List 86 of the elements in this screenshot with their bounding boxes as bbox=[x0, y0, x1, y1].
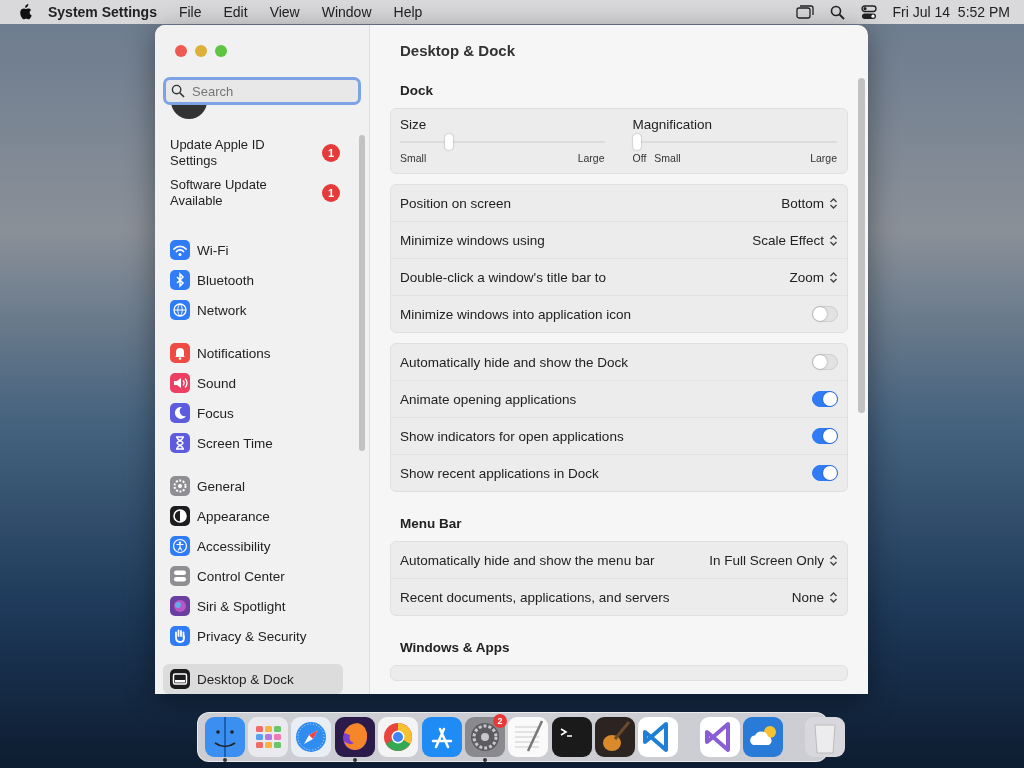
setting-label: Show recent applications in Dock bbox=[400, 465, 599, 481]
search-icon bbox=[171, 84, 185, 98]
toggle-switch[interactable] bbox=[812, 465, 838, 481]
scrollbar[interactable] bbox=[359, 135, 365, 451]
count-badge: 1 bbox=[322, 144, 340, 162]
setting-label: Automatically hide and show the menu bar bbox=[400, 552, 655, 568]
menu-item[interactable]: Edit bbox=[223, 4, 248, 20]
search-icon[interactable] bbox=[829, 4, 845, 20]
chevron-updown-icon bbox=[829, 233, 838, 247]
sidebar-item[interactable]: General bbox=[163, 471, 343, 501]
toggle-switch[interactable] bbox=[812, 428, 838, 444]
sidebar-item[interactable]: Siri & Spotlight bbox=[163, 591, 343, 621]
menu-item[interactable]: File bbox=[178, 4, 202, 20]
search-field[interactable]: Search bbox=[163, 77, 361, 105]
notice-link[interactable]: Software Update Available bbox=[170, 177, 290, 209]
notice-link[interactable]: Update Apple ID Settings bbox=[170, 137, 290, 169]
section-heading: Dock bbox=[400, 83, 434, 98]
sidebar-item[interactable]: Notifications bbox=[163, 338, 343, 368]
section-heading: Menu Bar bbox=[400, 516, 463, 531]
ring-icon[interactable] bbox=[378, 717, 419, 757]
trash-icon[interactable] bbox=[804, 717, 845, 757]
scrollbar[interactable] bbox=[858, 78, 865, 413]
slider-mark-label: Small bbox=[400, 152, 427, 164]
toggle-switch[interactable] bbox=[812, 306, 838, 322]
slider-label: Magnification bbox=[632, 117, 714, 132]
sidebar-item[interactable]: Network bbox=[163, 295, 343, 325]
apple-logo-icon[interactable] bbox=[18, 4, 32, 20]
popup-button[interactable]: None bbox=[791, 589, 838, 605]
sidebar-item[interactable]: Accessibility bbox=[163, 531, 343, 561]
slider-thumb[interactable] bbox=[632, 134, 641, 150]
slider-label: Size bbox=[400, 117, 428, 132]
control-center-icon[interactable] bbox=[860, 4, 877, 20]
toggle-switch[interactable] bbox=[812, 354, 838, 370]
slider-mark-label: Large bbox=[810, 152, 837, 164]
slider-mark-label: Off bbox=[632, 152, 647, 164]
slider[interactable] bbox=[400, 136, 605, 148]
notepad-icon[interactable] bbox=[508, 717, 549, 757]
chevron-updown-icon bbox=[829, 270, 838, 284]
setting-label: Minimize windows into application icon bbox=[400, 306, 632, 322]
setting-label: Double-click a window's title bar to bbox=[400, 269, 606, 285]
setting-label: Position on screen bbox=[400, 195, 512, 211]
windows-icon[interactable] bbox=[795, 5, 814, 19]
slider-mark-label: Small bbox=[654, 152, 681, 164]
fox-globe-icon[interactable] bbox=[334, 717, 375, 757]
app-menu[interactable]: System Settings bbox=[48, 4, 157, 20]
menu-item[interactable]: Window bbox=[321, 4, 372, 20]
page-title: Desktop & Dock bbox=[400, 42, 517, 59]
chevron-updown-icon bbox=[829, 553, 838, 567]
sidebar-item[interactable]: Desktop & Dock bbox=[163, 664, 343, 694]
chevron-updown-icon bbox=[829, 196, 838, 210]
chevron-updown-icon bbox=[829, 590, 838, 604]
popup-button[interactable]: Zoom bbox=[789, 269, 838, 285]
popup-button[interactable]: Bottom bbox=[781, 195, 838, 211]
terminal-icon[interactable] bbox=[551, 717, 592, 757]
setting-label: Animate opening applications bbox=[400, 391, 577, 407]
close-button[interactable] bbox=[175, 45, 187, 57]
cloud-sun-icon[interactable] bbox=[743, 717, 784, 757]
sidebar-item[interactable]: Control Center bbox=[163, 561, 343, 591]
letter-a-icon[interactable] bbox=[421, 717, 462, 757]
popup-button[interactable]: Scale Effect bbox=[752, 232, 838, 248]
section-heading: Windows & Apps bbox=[400, 640, 511, 655]
slider[interactable] bbox=[632, 136, 837, 148]
setting-label: Recent documents, applications, and servers bbox=[400, 589, 670, 605]
setting-label: Show indicators for open applications bbox=[400, 428, 624, 444]
ribbon-icon[interactable] bbox=[638, 717, 679, 757]
popup-button[interactable]: In Full Screen Only bbox=[709, 552, 838, 568]
slider-mark-label: Large bbox=[577, 152, 605, 164]
sidebar-item[interactable]: Focus bbox=[163, 398, 343, 428]
gear-icon[interactable] bbox=[464, 717, 505, 757]
sidebar-item[interactable]: Sound bbox=[163, 368, 343, 398]
toggle-switch[interactable] bbox=[812, 391, 838, 407]
slider-thumb[interactable] bbox=[445, 134, 454, 150]
setting-label: Automatically hide and show the Dock bbox=[400, 354, 629, 370]
sidebar-item[interactable]: Wi-Fi bbox=[163, 235, 343, 265]
ribbon-icon[interactable] bbox=[699, 717, 740, 757]
setting-label: Minimize windows using bbox=[400, 232, 545, 248]
menu-item[interactable]: View bbox=[269, 4, 300, 20]
menu-item[interactable]: Help bbox=[393, 4, 423, 20]
sidebar-item[interactable]: Screen Time bbox=[163, 428, 343, 458]
sidebar-item[interactable]: Appearance bbox=[163, 501, 343, 531]
guitar-icon[interactable] bbox=[595, 717, 636, 757]
sidebar-item[interactable]: Privacy & Security bbox=[163, 621, 343, 651]
count-badge: 1 bbox=[322, 184, 340, 202]
clock[interactable]: Fri Jul 14 5:52 PM bbox=[892, 4, 1010, 20]
smiling-face-icon[interactable] bbox=[204, 717, 245, 757]
sidebar-item[interactable]: Bluetooth bbox=[163, 265, 343, 295]
